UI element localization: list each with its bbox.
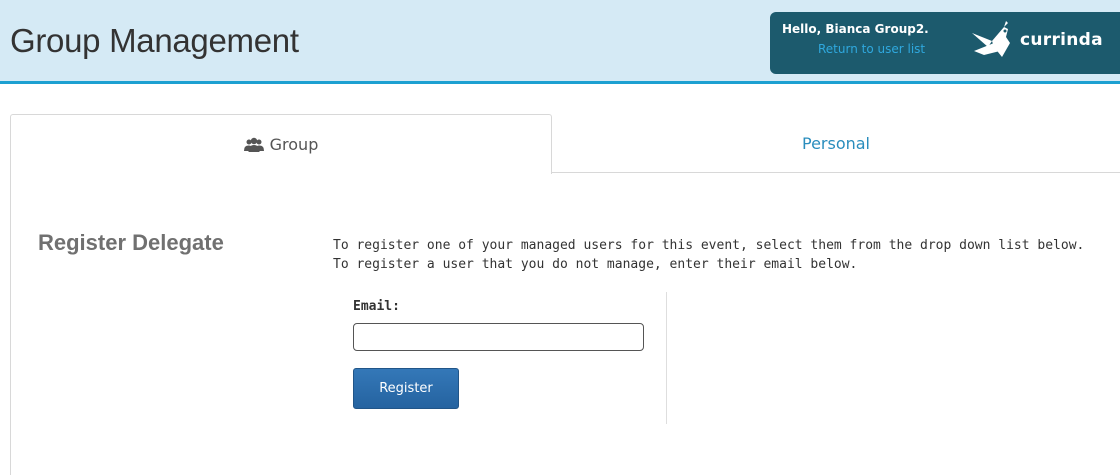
instructions-text: To register one of your managed users fo… [333,238,1085,272]
register-button[interactable]: Register [353,368,459,409]
user-info-box: Hello, Bianca Group2. Return to user lis… [770,12,1120,74]
register-form: Email: Register [353,292,667,424]
email-input[interactable] [353,323,644,351]
page-header: Group Management Hello, Bianca Group2. R… [0,0,1120,84]
tab-personal-label: Personal [801,133,870,153]
tab-group[interactable]: Group [10,114,552,174]
tab-personal[interactable]: Personal [552,114,1120,173]
brand-name: currinda [1020,30,1103,50]
tab-group-label: Group [269,135,319,154]
return-to-user-list-link[interactable]: Return to user list [818,42,925,56]
section-title: Register Delegate [38,230,224,255]
email-label: Email: [353,299,400,314]
greeting-text: Hello, Bianca Group2. [782,22,929,36]
users-icon [243,137,264,152]
tab-bar: Group Personal [10,114,1120,174]
bird-logo-icon [972,21,1010,57]
page-title: Group Management [10,22,299,59]
